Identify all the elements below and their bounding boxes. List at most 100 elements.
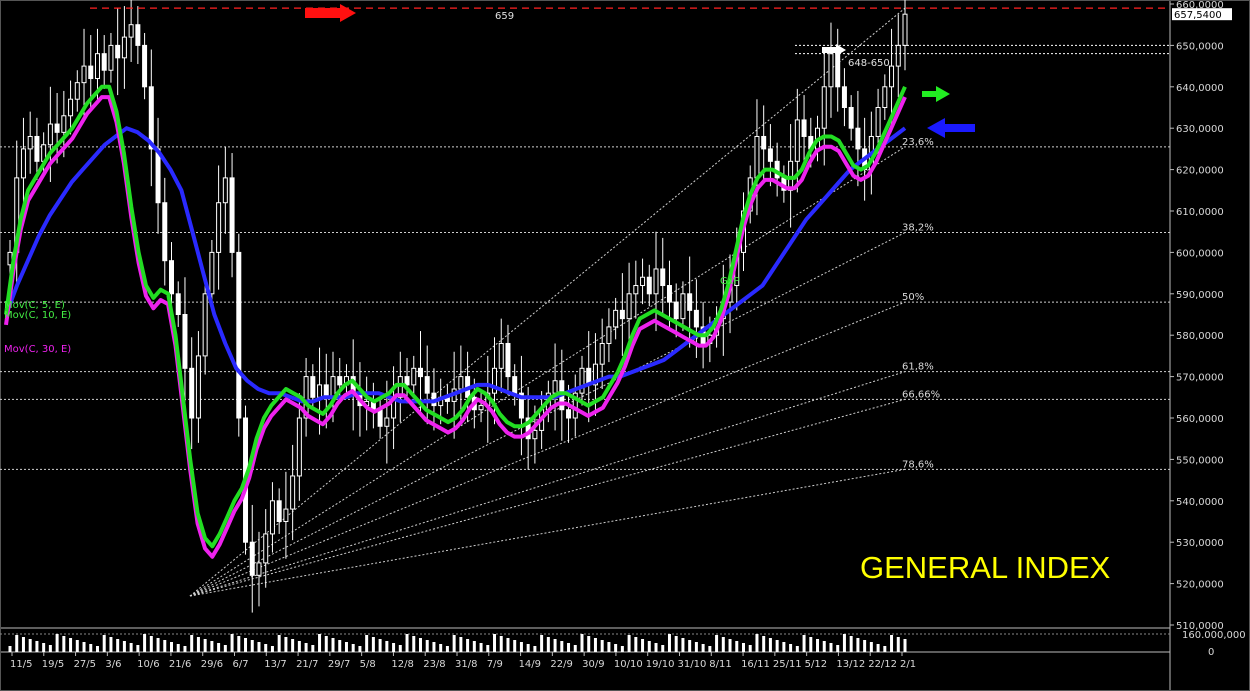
candle-body <box>498 342 504 369</box>
volume-bar <box>291 639 295 652</box>
volume-bar <box>493 634 497 652</box>
candle-body <box>317 384 323 398</box>
volume-bar <box>48 645 52 652</box>
candles-layer <box>7 0 908 613</box>
x-tick-label: 31/10 <box>678 659 707 670</box>
x-tick-label: 5/8 <box>360 659 376 670</box>
candle-body <box>256 562 262 576</box>
volume-bar <box>506 638 510 652</box>
candle-body <box>61 115 67 133</box>
volume-bar <box>109 637 113 652</box>
fib-level-label: 50% <box>902 292 924 303</box>
candle-body <box>121 36 127 59</box>
candle-body <box>653 268 659 295</box>
volume-bar <box>876 644 880 652</box>
y-tick-label: 650,0000 <box>1176 41 1224 52</box>
volume-bar <box>567 643 571 652</box>
outer-border <box>0 0 1250 691</box>
candle-body <box>209 251 215 295</box>
volume-bar <box>782 642 786 652</box>
volume-bar <box>277 635 281 652</box>
candle-body <box>222 177 228 204</box>
volume-bar <box>519 642 523 652</box>
volume-bar <box>378 639 382 652</box>
volume-bar <box>250 640 254 652</box>
volume-bar <box>587 636 591 652</box>
volume-bar <box>304 643 308 652</box>
x-tick-label: 23/8 <box>423 659 445 670</box>
volume-bar <box>499 636 503 652</box>
candle-body <box>411 367 417 386</box>
fib-level-label: 38,2% <box>902 223 934 234</box>
volume-tick-label: 160.000,000 <box>1182 630 1246 641</box>
candle-body <box>835 53 841 88</box>
volume-bar <box>816 639 820 652</box>
x-tick-label: 16/11 <box>741 659 770 670</box>
volume-bar <box>156 638 160 652</box>
candle-body <box>821 86 827 129</box>
volume-bar <box>318 634 322 652</box>
volume-bar <box>890 635 894 652</box>
volume-bar <box>385 641 389 652</box>
x-tick-label: 21/7 <box>296 659 318 670</box>
volume-bar <box>674 636 678 652</box>
candle-body <box>74 82 80 100</box>
candle-body <box>142 44 148 88</box>
candle-body <box>68 98 74 117</box>
x-tick-label: 7/9 <box>487 659 503 670</box>
volume-bar <box>607 642 611 652</box>
candle-body <box>761 135 767 150</box>
red-arrow-icon <box>305 4 356 22</box>
candle-body <box>202 293 208 357</box>
fib-level-label: 78,6% <box>902 459 934 470</box>
volume-bar <box>634 637 638 652</box>
candle-body <box>155 148 161 204</box>
candle-body <box>754 135 760 179</box>
x-tick-label: 19/5 <box>42 659 64 670</box>
volume-bar <box>688 640 692 652</box>
volume-bar <box>344 642 348 652</box>
x-tick-label: 6/7 <box>233 659 249 670</box>
volume-bar <box>223 645 227 652</box>
volume-bar <box>627 635 631 652</box>
volume-bar <box>768 638 772 652</box>
candle-body <box>229 177 235 253</box>
candle-body <box>801 119 807 137</box>
volume-bar <box>721 637 725 652</box>
volume-bar <box>775 640 779 652</box>
x-tick-label: 13/12 <box>836 659 865 670</box>
legend-label: Mov(C, 10, E) <box>4 310 71 321</box>
volume-bar <box>735 641 739 652</box>
last-value-label: 657,5400 <box>1174 10 1222 21</box>
volume-bar <box>836 645 840 652</box>
volume-bar <box>728 639 732 652</box>
x-tick-label: 11/5 <box>10 659 32 670</box>
volume-bar <box>513 640 517 652</box>
x-tick-label: 10/6 <box>137 659 159 670</box>
volume-bar <box>540 635 544 652</box>
volume-bar <box>392 643 396 652</box>
volume-bar <box>472 641 476 652</box>
volume-bar <box>553 639 557 652</box>
candle-body <box>290 475 296 510</box>
x-tick-label: 13/7 <box>264 659 286 670</box>
volume-bar <box>896 637 900 652</box>
fib-level-label: 61,8% <box>902 362 934 373</box>
volume-bar <box>331 638 335 652</box>
y-tick-label: 590,0000 <box>1176 290 1224 301</box>
candle-body <box>599 342 605 365</box>
x-tick-label: 10/10 <box>614 659 643 670</box>
volume-bar <box>479 643 483 652</box>
x-tick-label: 22/9 <box>550 659 572 670</box>
x-tick-label: 21/6 <box>169 659 191 670</box>
volume-bar <box>398 645 402 652</box>
resistance-label: 659 <box>495 11 514 22</box>
volume-bar <box>412 636 416 652</box>
volume-bar <box>89 644 93 652</box>
volume-bar <box>708 646 712 652</box>
volume-bar <box>143 634 147 652</box>
candle-body <box>666 285 672 303</box>
volume-bar <box>95 646 99 652</box>
x-tick-label: 5/12 <box>805 659 827 670</box>
x-tick-label: 27/5 <box>74 659 96 670</box>
